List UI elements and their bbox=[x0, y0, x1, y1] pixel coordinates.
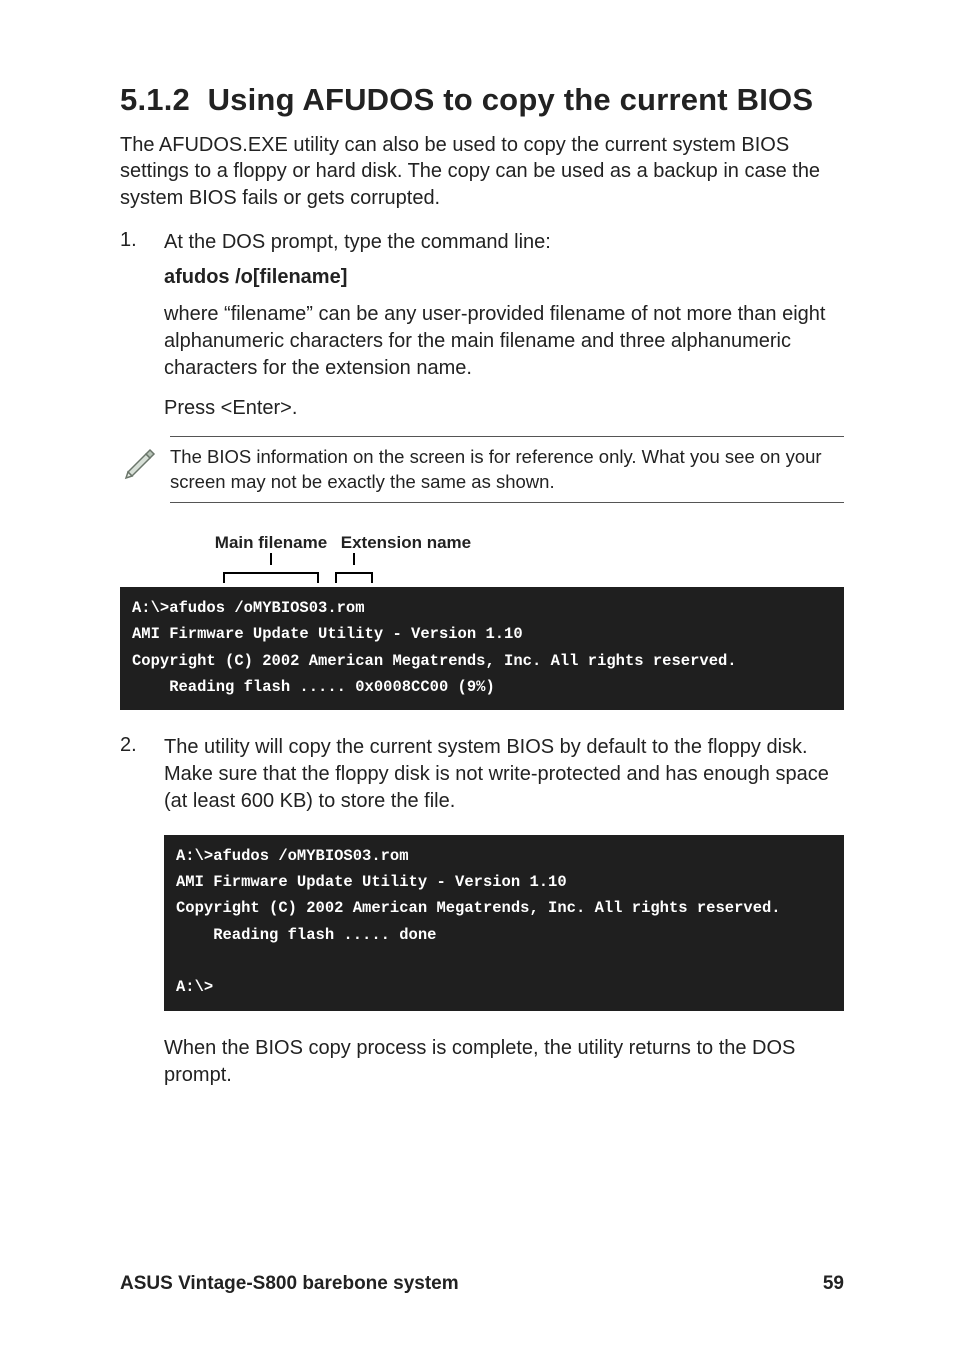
t2-line2: AMI Firmware Update Utility - Version 1.… bbox=[176, 873, 567, 891]
terminal-output-2: A:\>afudos /oMYBIOS03.rom AMI Firmware U… bbox=[164, 835, 844, 1011]
step-1-press: Press <Enter>. bbox=[164, 395, 844, 422]
t1-line2: AMI Firmware Update Utility - Version 1.… bbox=[132, 625, 523, 643]
t1-line4: Reading flash ..... 0x0008CC00 (9%) bbox=[132, 678, 495, 696]
step-1-number: 1. bbox=[120, 229, 164, 256]
t2-line3: Copyright (C) 2002 American Megatrends, … bbox=[176, 899, 781, 917]
section-number: 5.1.2 bbox=[120, 82, 190, 117]
note-rule-top bbox=[170, 436, 844, 437]
t1-line3: Copyright (C) 2002 American Megatrends, … bbox=[132, 652, 737, 670]
note-block: The BIOS information on the screen is fo… bbox=[120, 436, 844, 503]
step-2-text: The utility will copy the current system… bbox=[164, 734, 844, 814]
diagram-ext-label: Extension name bbox=[341, 533, 481, 553]
filename-diagram-brackets bbox=[206, 553, 844, 587]
t2-line1: A:\>afudos /oMYBIOS03.rom bbox=[176, 847, 409, 865]
note-text: The BIOS information on the screen is fo… bbox=[170, 443, 844, 496]
step-2-number: 2. bbox=[120, 734, 164, 814]
pencil-icon bbox=[120, 436, 170, 487]
footer-page-number: 59 bbox=[823, 1273, 844, 1295]
t2-line5: A:\> bbox=[176, 978, 213, 996]
closing-paragraph: When the BIOS copy process is complete, … bbox=[164, 1035, 844, 1089]
step-2: 2. The utility will copy the current sys… bbox=[120, 734, 844, 814]
step-1-where: where “filename” can be any user-provide… bbox=[164, 301, 844, 381]
t2-line4: Reading flash ..... done bbox=[176, 926, 436, 944]
note-rule-bottom bbox=[170, 502, 844, 503]
step-1-command: afudos /o[filename] bbox=[164, 266, 844, 289]
page-footer: ASUS Vintage-S800 barebone system 59 bbox=[120, 1273, 844, 1295]
footer-left: ASUS Vintage-S800 barebone system bbox=[120, 1273, 459, 1295]
step-1-text: At the DOS prompt, type the command line… bbox=[164, 229, 844, 256]
t1-line1: A:\>afudos /oMYBIOS03.rom bbox=[132, 599, 365, 617]
filename-diagram-labels: Main filename Extension name bbox=[206, 533, 844, 553]
section-heading: 5.1.2 Using AFUDOS to copy the current B… bbox=[120, 82, 844, 118]
step-1: 1. At the DOS prompt, type the command l… bbox=[120, 229, 844, 256]
terminal-output-1: A:\>afudos /oMYBIOS03.rom AMI Firmware U… bbox=[120, 587, 844, 710]
section-title: Using AFUDOS to copy the current BIOS bbox=[208, 82, 814, 117]
diagram-main-label: Main filename bbox=[206, 533, 336, 553]
intro-paragraph: The AFUDOS.EXE utility can also be used … bbox=[120, 132, 844, 211]
